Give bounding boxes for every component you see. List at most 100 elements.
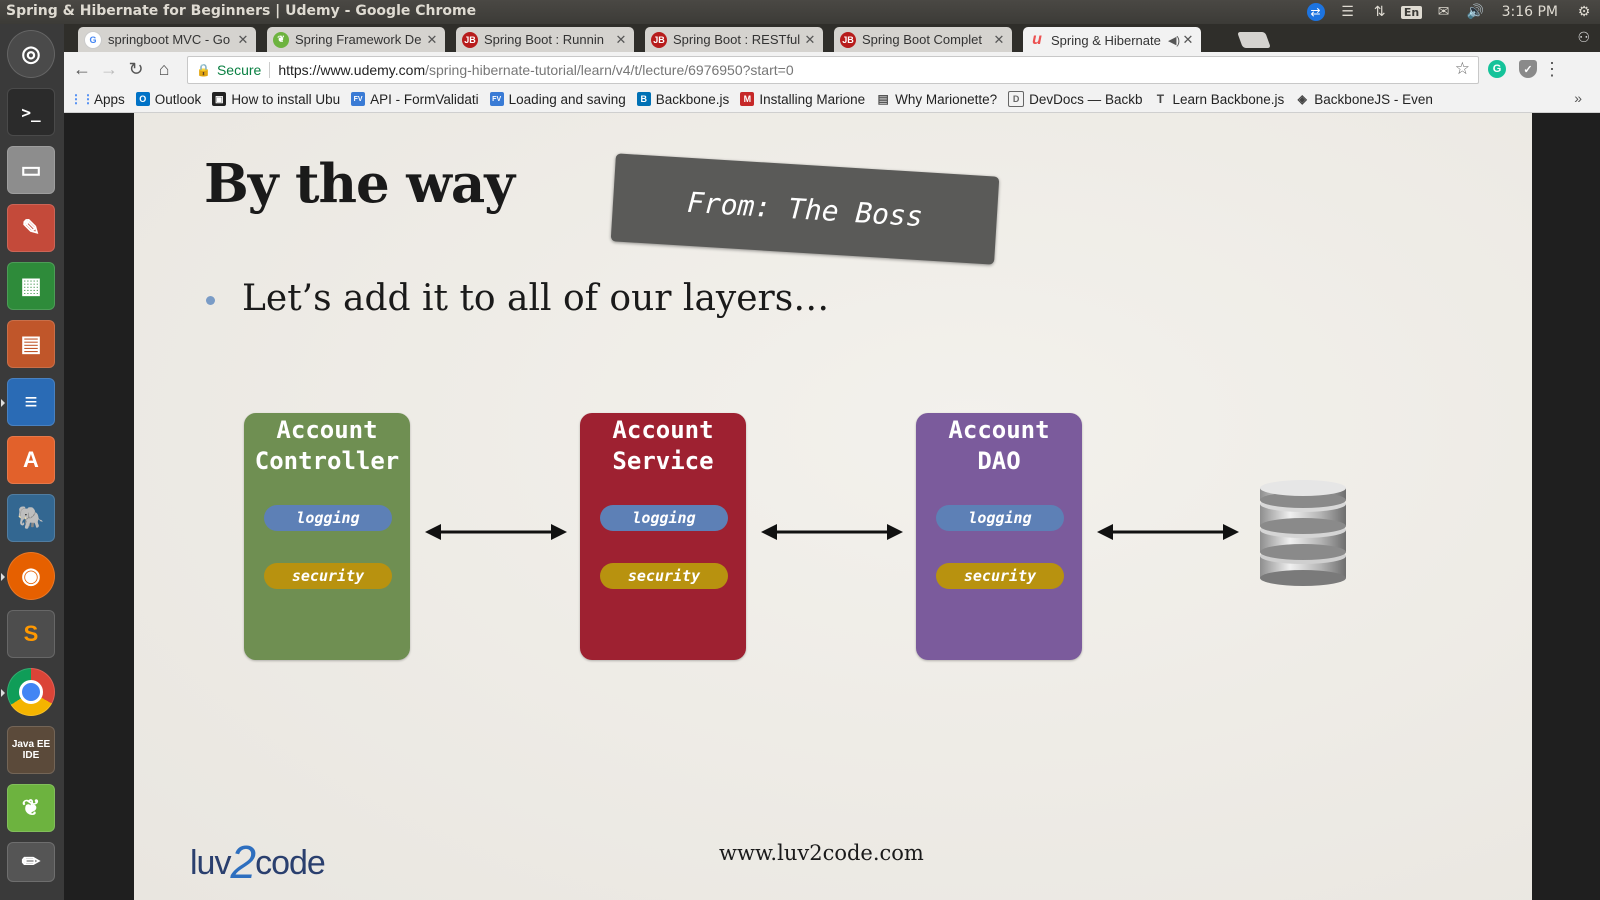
writer-document-icon[interactable]: ≡ <box>1 378 55 426</box>
keyboard-layout-indicator[interactable]: En <box>1396 4 1428 20</box>
close-icon[interactable]: ✕ <box>236 32 250 48</box>
security-badge: security <box>264 563 392 589</box>
url-host: https://www.udemy.com <box>278 62 426 78</box>
layer-name: Account Controller <box>244 413 410 477</box>
spreadsheet-icon[interactable]: ▦ <box>7 262 55 310</box>
bookmark-why-marionette[interactable]: ▤ Why Marionette? <box>876 92 997 107</box>
bookmark-outlook[interactable]: O Outlook <box>135 92 201 107</box>
window-title: Spring & Hibernate for Beginners | Udemy… <box>6 3 477 19</box>
teamviewer-icon[interactable]: ⇄ <box>1300 3 1332 21</box>
layer-name-line1: Account <box>612 416 714 444</box>
security-badge: security <box>600 563 728 589</box>
bookmark-devdocs[interactable]: D DevDocs — Backb <box>1008 91 1142 107</box>
bookmark-backbonejs-events[interactable]: ◈ BackboneJS - Even <box>1295 92 1433 107</box>
logging-badge: logging <box>600 505 728 531</box>
postgresql-elephant-icon[interactable]: 🐘 <box>7 494 55 542</box>
close-icon[interactable]: ✕ <box>992 32 1006 48</box>
secure-label: Secure <box>216 62 262 78</box>
close-icon[interactable]: ✕ <box>614 32 628 48</box>
tab-label: Spring Boot : RESTful <box>673 32 801 47</box>
dash-home-icon[interactable]: ◎ <box>7 30 55 78</box>
clock[interactable]: 3:16 PM <box>1492 4 1568 20</box>
sublime-text-icon[interactable]: S <box>7 610 55 658</box>
bookmark-apps[interactable]: ⋮⋮ Apps <box>70 92 125 107</box>
tab-label: Spring Boot : Runnin <box>484 32 604 47</box>
double-arrow-icon <box>761 524 903 540</box>
footer-url: www.luv2code.com <box>719 841 924 865</box>
bookmark-learn-backbone[interactable]: T Learn Backbone.js <box>1153 92 1285 107</box>
outlook-icon: O <box>135 92 150 106</box>
spring-icon: ❦ <box>273 31 289 48</box>
tab-strip: G springboot MVC - Go ✕ ❦ Spring Framewo… <box>64 24 1600 53</box>
reload-icon[interactable]: ↻ <box>124 57 148 81</box>
new-tab-button[interactable] <box>1237 32 1271 48</box>
bullet-dot <box>206 296 215 305</box>
eclipse-java-ee-icon[interactable]: Java EE IDE <box>7 726 55 774</box>
close-icon[interactable]: ✕ <box>1181 32 1195 48</box>
url-path: /spring-hibernate-tutorial/learn/v4/t/le… <box>425 62 794 78</box>
tab-spring-boot-restful[interactable]: JB Spring Boot : RESTful ✕ <box>645 27 823 52</box>
lecture-slide: By the way From: The Boss Let’s add it t… <box>134 113 1532 900</box>
tab-label: Spring & Hibernate <box>1051 32 1161 48</box>
account-dao-box: Account DAO logging security <box>916 413 1082 660</box>
layer-name: Account Service <box>580 413 746 477</box>
files-drawer-icon[interactable]: ▭ <box>7 146 55 194</box>
divider <box>269 62 271 78</box>
profile-icon[interactable]: ⚇ <box>1577 29 1590 46</box>
tab-label: Spring Boot Complet <box>862 32 982 47</box>
home-icon[interactable]: ⌂ <box>152 57 176 81</box>
security-badge: security <box>936 563 1064 589</box>
slide-title: By the way <box>204 153 515 215</box>
menu-list-icon[interactable]: ☰ <box>1332 4 1364 20</box>
presentation-icon[interactable]: ▤ <box>7 320 55 368</box>
software-center-icon[interactable]: A <box>7 436 55 484</box>
tab-spring-framework[interactable]: ❦ Spring Framework De ✕ <box>267 27 445 52</box>
chrome-icon[interactable] <box>1 668 55 716</box>
formvalidation-icon: FV <box>489 92 504 106</box>
bookmarks-bar: ⋮⋮ Apps O Outlook ▣ How to install Ubu FV AP… <box>64 86 1600 113</box>
apps-grid-icon: ⋮⋮ <box>70 92 94 106</box>
layer-name-line2: Controller <box>254 447 400 475</box>
mail-icon[interactable]: ✉ <box>1428 4 1460 20</box>
logo-part-right: code <box>255 844 326 882</box>
tab-spring-boot-running[interactable]: JB Spring Boot : Runnin ✕ <box>456 27 634 52</box>
terminal-icon[interactable]: >_ <box>7 88 55 136</box>
forward-arrow-icon[interactable]: → <box>97 57 121 81</box>
speaker-icon[interactable]: ◀) <box>1167 34 1181 47</box>
system-tools-icon[interactable]: ✎ <box>7 204 55 252</box>
spring-tool-suite-icon[interactable]: ❦ <box>7 784 55 832</box>
bookmark-backbone[interactable]: B Backbone.js <box>636 92 729 107</box>
grammarly-icon[interactable]: G <box>1488 60 1506 78</box>
chrome-menu-icon[interactable]: ⋮ <box>1540 57 1564 81</box>
back-arrow-icon[interactable]: ← <box>70 57 94 81</box>
tab-springboot-mvc[interactable]: G springboot MVC - Go ✕ <box>78 27 256 52</box>
close-icon[interactable]: ✕ <box>425 32 439 48</box>
tab-spring-hibernate-active[interactable]: u Spring & Hibernate ◀) ✕ <box>1023 27 1201 53</box>
settings-gear-icon[interactable]: ⚙ <box>1568 4 1600 20</box>
bookmark-install-ubuntu[interactable]: ▣ How to install Ubu <box>212 92 340 107</box>
udemy-icon: u <box>1032 31 1042 48</box>
firefox-icon[interactable]: ◉ <box>1 552 55 600</box>
bookmark-installing-marionette[interactable]: M Installing Marione <box>740 92 865 107</box>
shield-extension-icon[interactable]: ✓ <box>1519 60 1537 78</box>
editor-pencil-icon[interactable]: ✏ <box>7 842 55 882</box>
database-icon <box>1260 480 1346 586</box>
lecture-video-area[interactable]: By the way From: The Boss Let’s add it t… <box>64 113 1600 900</box>
volume-icon[interactable]: 🔊 <box>1460 4 1492 20</box>
book-icon: ▤ <box>877 92 889 106</box>
javabrains-icon: JB <box>651 31 667 48</box>
bookmark-formvalidation-api[interactable]: FV API - FormValidati <box>351 92 479 107</box>
bookmark-star-icon[interactable]: ☆ <box>1455 59 1470 79</box>
luv2code-logo: luv2code <box>190 831 326 888</box>
google-icon: G <box>84 30 102 49</box>
tutorial-icon: ▣ <box>212 92 227 106</box>
backbone-icon: B <box>636 92 651 106</box>
tab-spring-boot-complete[interactable]: JB Spring Boot Complet ✕ <box>834 27 1012 52</box>
address-bar[interactable]: 🔒 Secure https://www.udemy.com/spring-hi… <box>187 56 1479 84</box>
tab-label: springboot MVC - Go <box>108 32 231 47</box>
bookmark-loading-saving[interactable]: FV Loading and saving <box>489 92 626 107</box>
devdocs-icon: D <box>1008 91 1025 107</box>
network-icon[interactable]: ⇅ <box>1364 4 1396 20</box>
bookmarks-overflow-icon[interactable]: » <box>1574 90 1582 106</box>
close-icon[interactable]: ✕ <box>803 32 817 48</box>
